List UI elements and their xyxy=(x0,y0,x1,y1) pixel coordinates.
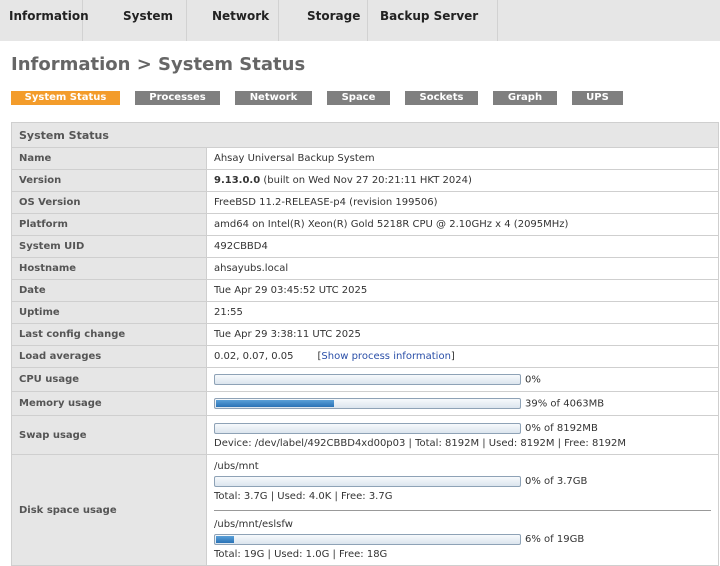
disk-progress-bar xyxy=(214,475,521,487)
label: Disk space usage xyxy=(11,454,207,566)
system-status-table: System Status Name Ahsay Universal Backup… xyxy=(11,122,719,566)
version-number: 9.13.0.0 xyxy=(214,175,261,186)
label: Hostname xyxy=(11,257,207,280)
tab-ups[interactable]: UPS xyxy=(572,91,623,105)
value: Tue Apr 29 03:45:52 UTC 2025 xyxy=(206,279,719,302)
build-info: (built on Wed Nov 27 20:21:11 HKT 2024) xyxy=(260,175,472,186)
bar-fill xyxy=(216,535,235,543)
row-hostname: Hostname ahsayubs.local xyxy=(11,257,719,280)
row-os: OS Version FreeBSD 11.2-RELEASE-p4 (revis… xyxy=(11,191,719,214)
label: Version xyxy=(11,169,207,192)
label: Load averages xyxy=(11,345,207,368)
top-nav: Information System Network Storage Backu… xyxy=(0,0,720,41)
row-platform: Platform amd64 on Intel(R) Xeon(R) Gold 5… xyxy=(11,213,719,236)
label: Uptime xyxy=(11,301,207,324)
label: CPU usage xyxy=(11,367,207,392)
bracket: ] xyxy=(450,351,455,362)
label: Memory usage xyxy=(11,391,207,416)
value: 0% xyxy=(206,367,719,392)
value: ahsayubs.local xyxy=(206,257,719,280)
value: amd64 on Intel(R) Xeon(R) Gold 5218R CPU… xyxy=(206,213,719,236)
disk-path: /ubs/mnt/eslsfw xyxy=(214,519,293,530)
row-load: Load averages 0.02, 0.07, 0.05 [Show proce… xyxy=(11,345,719,368)
row-config: Last config change Tue Apr 29 3:38:11 UTC… xyxy=(11,323,719,346)
row-name: Name Ahsay Universal Backup System xyxy=(11,147,719,170)
value: FreeBSD 11.2-RELEASE-p4 (revision 199506… xyxy=(206,191,719,214)
tab-system-status[interactable]: System Status xyxy=(11,91,120,105)
value: /ubs/mnt 0% of 3.7GB Total: 3.7G | Used:… xyxy=(206,454,719,566)
cpu-progress-bar xyxy=(214,373,521,385)
row-swap: Swap usage 0% of 8192MB Device: /dev/label… xyxy=(11,415,719,455)
label: Platform xyxy=(11,213,207,236)
disk-path: /ubs/mnt xyxy=(214,461,259,472)
nav-information[interactable]: Information xyxy=(0,0,89,41)
nav-network[interactable]: Network xyxy=(187,0,279,41)
nav-storage[interactable]: Storage xyxy=(279,0,368,41)
row-disk: Disk space usage /ubs/mnt 0% of 3.7GB To… xyxy=(11,454,719,566)
load-values: 0.02, 0.07, 0.05 xyxy=(214,351,294,362)
row-date: Date Tue Apr 29 03:45:52 UTC 2025 xyxy=(11,279,719,302)
value: 492CBBD4 xyxy=(206,235,719,258)
memory-progress-bar xyxy=(214,397,521,409)
label: OS Version xyxy=(11,191,207,214)
sub-tabs: System Status Processes Network Space So… xyxy=(11,91,638,105)
tab-processes[interactable]: Processes xyxy=(135,91,220,105)
label: Name xyxy=(11,147,207,170)
disk-text: 0% of 3.7GB xyxy=(525,476,588,487)
nav-system[interactable]: System xyxy=(83,0,187,41)
disk-details: Total: 3.7G | Used: 4.0K | Free: 3.7G xyxy=(214,491,393,502)
disk-details: Total: 19G | Used: 1.0G | Free: 18G xyxy=(214,549,388,560)
value: 39% of 4063MB xyxy=(206,391,719,416)
divider xyxy=(214,510,711,511)
row-version: Version 9.13.0.0 (built on Wed Nov 27 20:… xyxy=(11,169,719,192)
tab-graph[interactable]: Graph xyxy=(493,91,557,105)
table-header: System Status xyxy=(11,122,719,148)
value: Ahsay Universal Backup System xyxy=(206,147,719,170)
row-uptime: Uptime 21:55 xyxy=(11,301,719,324)
memory-text: 39% of 4063MB xyxy=(525,398,605,410)
swap-device: Device: /dev/label/492CBBD4xd00p03 | Tot… xyxy=(214,438,627,449)
label: Swap usage xyxy=(11,415,207,455)
tab-network[interactable]: Network xyxy=(235,91,312,105)
nav-backup-server[interactable]: Backup Server xyxy=(368,0,498,41)
swap-progress-bar xyxy=(214,422,521,434)
link-text[interactable]: Show process information xyxy=(321,351,450,362)
value: 0.02, 0.07, 0.05 [Show process informatio… xyxy=(206,345,719,368)
show-process-link[interactable]: [Show process information] xyxy=(318,351,455,362)
tab-space[interactable]: Space xyxy=(327,91,390,105)
disk-progress-bar xyxy=(214,533,521,545)
tab-sockets[interactable]: Sockets xyxy=(405,91,478,105)
value: Tue Apr 29 3:38:11 UTC 2025 xyxy=(206,323,719,346)
bar-fill xyxy=(216,399,335,407)
value: 9.13.0.0 (built on Wed Nov 27 20:21:11 H… xyxy=(206,169,719,192)
disk-text: 6% of 19GB xyxy=(525,534,585,545)
label: System UID xyxy=(11,235,207,258)
value: 21:55 xyxy=(206,301,719,324)
label: Date xyxy=(11,279,207,302)
label: Last config change xyxy=(11,323,207,346)
row-cpu: CPU usage 0% xyxy=(11,367,719,392)
swap-text: 0% of 8192MB xyxy=(525,423,598,434)
row-memory: Memory usage 39% of 4063MB xyxy=(11,391,719,416)
value: 0% of 8192MB Device: /dev/label/492CBBD4x… xyxy=(206,415,719,455)
row-uid: System UID 492CBBD4 xyxy=(11,235,719,258)
page-title: Information > System Status xyxy=(11,54,306,75)
cpu-text: 0% xyxy=(525,374,541,386)
